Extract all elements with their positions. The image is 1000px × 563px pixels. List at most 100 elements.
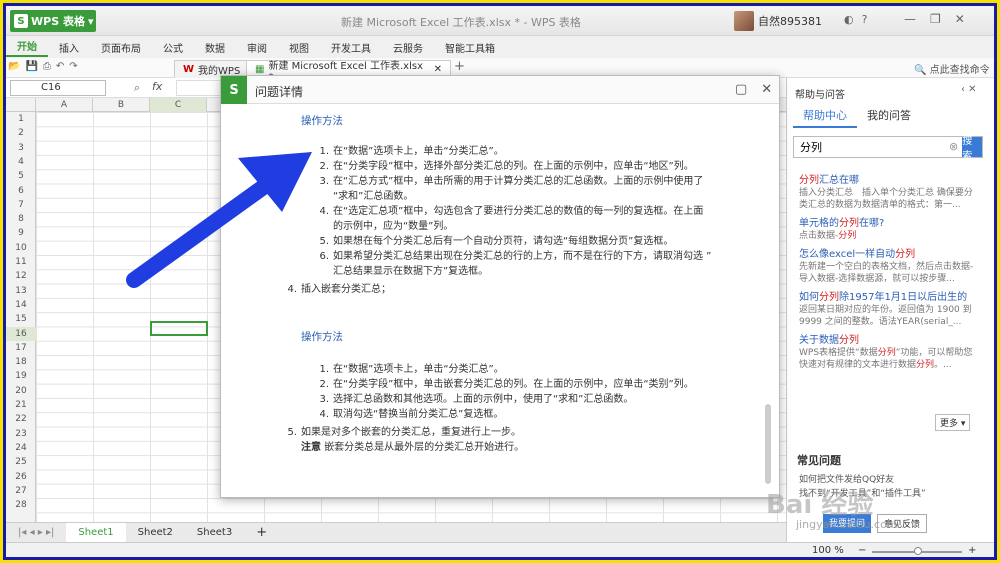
redo-icon[interactable]: ↷	[69, 61, 77, 72]
result-snippet: WPS表格提供“数据分列”功能，可以帮助您快速对有规律的文本进行数据分列。...	[799, 348, 973, 370]
zoom-in-icon[interactable]: +	[968, 545, 976, 556]
annotation-arrow	[126, 152, 312, 288]
dialog-scrollbar[interactable]	[765, 404, 771, 484]
help-search-button[interactable]: 搜索	[962, 136, 982, 162]
collapse-panel-icon[interactable]: ‹ ✕	[961, 84, 977, 95]
fx-icon[interactable]: fx	[152, 80, 162, 93]
menu-smart-tools[interactable]: 智能工具箱	[434, 40, 506, 55]
tab-my-questions[interactable]: 我的问答	[857, 104, 921, 128]
row-header[interactable]: 4	[6, 155, 36, 169]
row-header[interactable]: 11	[6, 255, 36, 269]
help-icon[interactable]: ?	[862, 13, 868, 26]
result-title[interactable]: 单元格的分列在哪?	[799, 217, 979, 230]
list-item[interactable]: 单元格的分列在哪? 点击数据-分列	[799, 217, 979, 242]
column-header[interactable]: C	[150, 98, 207, 112]
row-header[interactable]: 5	[6, 169, 36, 183]
zoom-out-icon[interactable]: −	[858, 545, 866, 556]
row-header[interactable]: 16	[6, 326, 36, 341]
sheet-file-icon: ▦	[255, 64, 265, 75]
maximize-icon[interactable]: ▢	[735, 82, 747, 97]
row-header[interactable]: 24	[6, 441, 36, 455]
list-item[interactable]: 分列汇总在哪 插入分类汇总 插入单个分类汇总 确保要分类汇总的数据为数据清单的格…	[799, 174, 979, 211]
dialog-header[interactable]: S 问题详情 ▢ ✕	[221, 76, 779, 104]
menu-page-layout[interactable]: 页面布局	[90, 40, 152, 55]
skin-icon[interactable]: ◐	[844, 13, 854, 26]
selected-cell[interactable]	[150, 321, 208, 336]
save-icon[interactable]: 💾	[25, 61, 37, 72]
row-header[interactable]: 17	[6, 341, 36, 355]
tab-help-center[interactable]: 帮助中心	[793, 104, 857, 128]
result-title[interactable]: 怎么像excel一样自动分列	[799, 248, 979, 261]
row-header[interactable]: 25	[6, 455, 36, 469]
menu-view[interactable]: 视图	[278, 40, 320, 55]
list-item[interactable]: 关于数据分列 WPS表格提供“数据分列”功能，可以帮助您快速对有规律的文本进行数…	[799, 334, 979, 371]
row-header[interactable]: 13	[6, 284, 36, 298]
row-header[interactable]: 19	[6, 369, 36, 383]
result-title[interactable]: 如何分列除1957年1月1日以后出生的	[799, 291, 979, 304]
list-item: 3. 在“汇总方式”框中，单击所需的用于计算分类汇总的汇总函数。上面的示例中使用了	[319, 176, 704, 187]
row-header[interactable]: 1	[6, 112, 36, 126]
sheet-tab[interactable]: Sheet1	[66, 522, 126, 543]
row-header[interactable]: 21	[6, 398, 36, 412]
column-header[interactable]: A	[36, 98, 93, 112]
menu-formula[interactable]: 公式	[152, 40, 194, 55]
minimize-icon[interactable]: —	[904, 12, 916, 26]
menu-insert[interactable]: 插入	[48, 40, 90, 55]
row-header-column: 1 2 3 4 5 6 7 8 9 10 11 12 13 14 15 16 17 18 19 20 21 22 23 24 2…	[6, 112, 36, 522]
zoom-slider-thumb[interactable]	[914, 547, 922, 555]
row-header[interactable]: 10	[6, 241, 36, 255]
row-header[interactable]: 23	[6, 427, 36, 441]
list-item[interactable]: 如何分列除1957年1月1日以后出生的 返回某日期对应的年份。返回值为 1900…	[799, 291, 979, 328]
result-snippet: 返回某日期对应的年份。返回值为 1900 到 9999 之间的整数。语法YEAR…	[799, 305, 972, 327]
row-header[interactable]: 27	[6, 484, 36, 498]
close-icon[interactable]: ✕	[761, 82, 772, 97]
menu-developer[interactable]: 开发工具	[320, 40, 382, 55]
sheet-tab[interactable]: Sheet2	[126, 523, 185, 543]
zoom-lens-icon[interactable]: ⌕	[134, 81, 140, 95]
clear-search-icon[interactable]: ⊗	[945, 137, 962, 157]
row-header[interactable]: 8	[6, 212, 36, 226]
result-title[interactable]: 关于数据分列	[799, 334, 979, 347]
help-search-input[interactable]	[794, 137, 945, 157]
row-header[interactable]: 28	[6, 498, 36, 512]
row-header[interactable]: 3	[6, 141, 36, 155]
row-header[interactable]: 6	[6, 184, 36, 198]
row-header[interactable]: 18	[6, 355, 36, 369]
print-icon[interactable]: ⎙	[43, 61, 51, 72]
row-header[interactable]: 9	[6, 226, 36, 240]
add-sheet-icon[interactable]: +	[244, 523, 279, 543]
close-tab-icon[interactable]: ✕	[434, 64, 442, 75]
row-header[interactable]: 2	[6, 126, 36, 140]
row-header[interactable]: 22	[6, 412, 36, 426]
open-icon[interactable]: 📂	[8, 61, 20, 72]
result-title[interactable]: 分列汇总在哪	[799, 174, 979, 187]
wps-menu-button[interactable]: S WPS 表格 ▾	[10, 10, 96, 32]
row-header[interactable]: 14	[6, 298, 36, 312]
sheet-tab[interactable]: Sheet3	[185, 523, 244, 543]
restore-icon[interactable]: ❐	[930, 12, 941, 26]
menu-cloud[interactable]: 云服务	[382, 40, 434, 55]
row-header[interactable]: 20	[6, 384, 36, 398]
dialog-controls: ▢ ✕	[735, 82, 772, 97]
undo-icon[interactable]: ↶	[56, 61, 64, 72]
result-snippet: 先新建一个空白的表格文档，然后点击数据-导入数据-选择数据源，就可以按步骤...	[799, 262, 974, 284]
close-icon[interactable]: ✕	[955, 12, 965, 26]
user-name[interactable]: 自然895381	[758, 13, 822, 29]
menu-home[interactable]: 开始	[6, 38, 48, 57]
new-tab-icon[interactable]: +	[454, 59, 465, 74]
select-all-corner[interactable]	[6, 98, 36, 112]
user-area[interactable]: 自然895381	[734, 11, 822, 31]
menu-data[interactable]: 数据	[194, 40, 236, 55]
menu-review[interactable]: 审阅	[236, 40, 278, 55]
find-command[interactable]: 🔍 点此查找命令	[914, 61, 990, 76]
column-header[interactable]: B	[93, 98, 150, 112]
list-item[interactable]: 怎么像excel一样自动分列 先新建一个空白的表格文档，然后点击数据-导入数据-…	[799, 248, 979, 285]
avatar[interactable]	[734, 11, 754, 31]
more-button[interactable]: 更多 ▾	[935, 414, 971, 431]
row-header[interactable]: 12	[6, 269, 36, 283]
name-box[interactable]: C16	[10, 80, 106, 96]
row-header[interactable]: 7	[6, 198, 36, 212]
row-header[interactable]: 15	[6, 312, 36, 326]
row-header[interactable]: 26	[6, 470, 36, 484]
sheet-nav-icons[interactable]: |◂ ◂ ▸ ▸|	[6, 523, 66, 543]
